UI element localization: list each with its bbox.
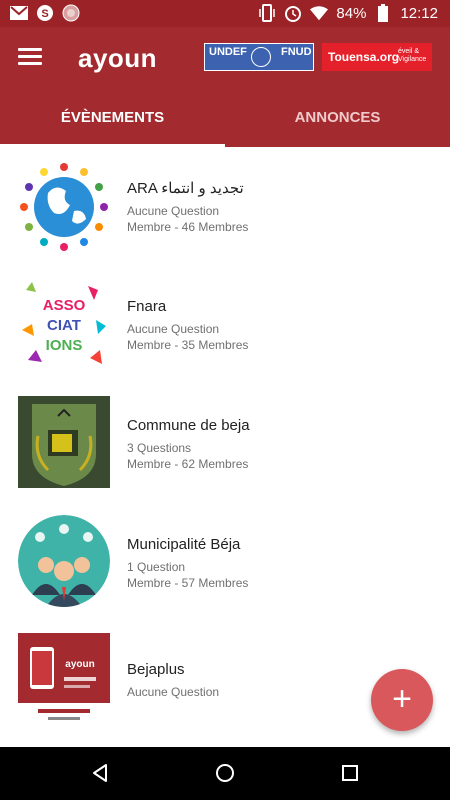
un-globe-icon [251, 47, 271, 67]
wifi-icon [310, 4, 329, 22]
menu-icon[interactable] [18, 45, 42, 69]
battery-icon [374, 4, 392, 22]
item-members: Membre - 62 Membres [127, 457, 249, 471]
assoc-line-2: CIAT [47, 317, 81, 334]
commune-beja-emblem-image [18, 396, 110, 488]
touensa-logo: Touensa.org éveil & Vigilance [322, 43, 432, 71]
home-icon[interactable] [214, 762, 236, 784]
status-bar: S 84% 12:12 [0, 0, 450, 27]
item-title: Fnara [127, 298, 167, 315]
bejaplus-brand-text: ayoun [65, 659, 94, 670]
back-icon[interactable] [89, 762, 111, 784]
list-item[interactable]: Commune de beja 3 Questions Membre - 62 … [0, 385, 450, 504]
tab-annonces[interactable]: ANNONCES [225, 91, 450, 147]
svg-text:S: S [41, 8, 48, 20]
app-logo: ayoun [78, 43, 158, 73]
add-fab-button[interactable]: + [371, 669, 433, 731]
undef-label: UNDEF [209, 46, 247, 58]
touensa-tagline: éveil & Vigilance [398, 48, 427, 63]
item-questions: Aucune Question [127, 685, 220, 699]
alarm-icon [284, 4, 302, 22]
gmail-icon [10, 4, 28, 22]
assoc-line-1: ASSO [43, 297, 86, 314]
item-members: Membre - 35 Membres [127, 338, 249, 352]
recents-icon[interactable] [339, 762, 361, 784]
item-members: Membre - 57 Membres [127, 576, 249, 590]
item-questions: Aucune Question [127, 322, 220, 336]
item-title: Municipalité Béja [127, 536, 241, 553]
battery-percent: 84% [336, 4, 367, 22]
list-item[interactable]: ASSO CIAT IONS Fnara Aucune Question Mem… [0, 266, 450, 385]
ara-globe-image [18, 161, 110, 253]
item-title: ARA تجديد و انتماء [127, 180, 244, 197]
assoc-line-3: IONS [46, 337, 83, 354]
app-bar: ayoun UNDEF FNUD Touensa.org éveil & Vig… [0, 27, 450, 91]
list-item[interactable]: Municipalité Béja 1 Question Membre - 57… [0, 504, 450, 623]
skype-icon: S [36, 4, 54, 22]
municipalite-people-image [18, 515, 110, 607]
circle-app-icon [62, 4, 80, 22]
item-questions: 3 Questions [127, 441, 192, 455]
undef-logo: UNDEF FNUD [204, 43, 314, 71]
item-members: Membre - 46 Membres [127, 220, 249, 234]
item-title: Bejaplus [127, 661, 185, 678]
system-nav-bar [0, 747, 450, 800]
tab-bar: ÉVÈNEMENTS ANNONCES [0, 91, 450, 147]
item-questions: 1 Question [127, 560, 186, 574]
vibrate-icon [258, 4, 276, 22]
fnud-label: FNUD [281, 46, 312, 58]
clock: 12:12 [400, 4, 438, 22]
item-questions: Aucune Question [127, 204, 220, 218]
tab-evenements[interactable]: ÉVÈNEMENTS [0, 91, 225, 147]
item-title: Commune de beja [127, 417, 250, 434]
list-item[interactable]: ARA تجديد و انتماء Aucune Question Membr… [0, 147, 450, 266]
bejaplus-poster-image: ayoun [18, 633, 110, 725]
touensa-label: Touensa.org [328, 50, 400, 64]
associations-image: ASSO CIAT IONS [18, 280, 110, 372]
